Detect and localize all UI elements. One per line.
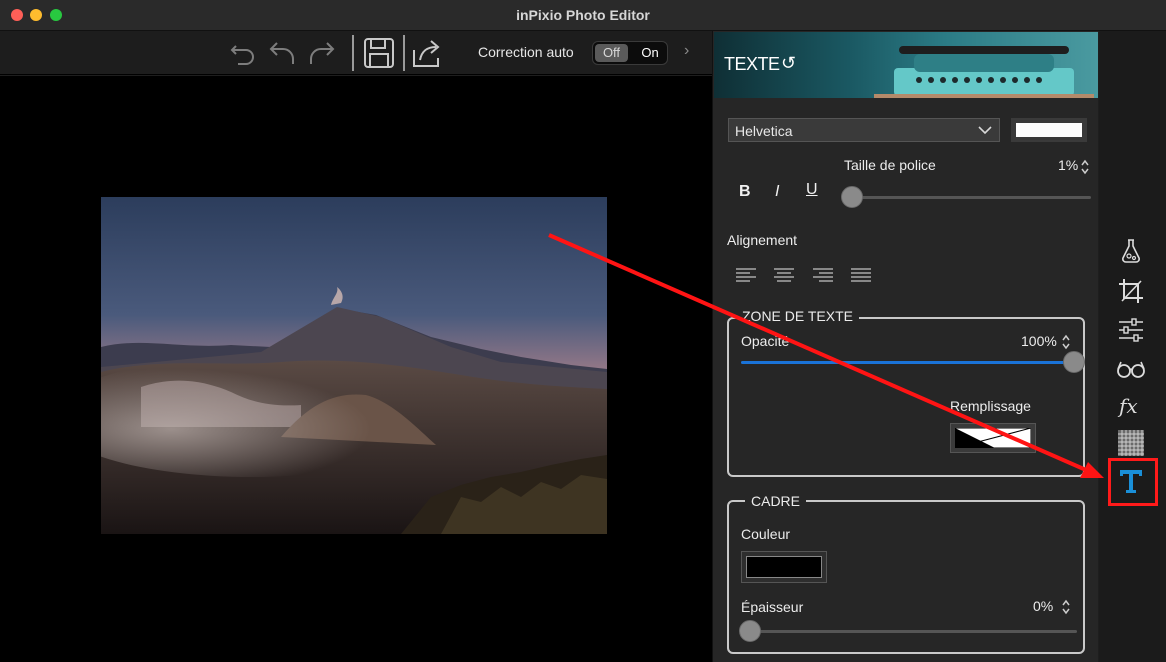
- frame-title: CADRE: [745, 493, 807, 509]
- panel-title: TEXTE: [724, 54, 780, 74]
- opacity-slider-fill: [741, 361, 1073, 364]
- font-family-select[interactable]: Helvetica: [728, 118, 1000, 142]
- font-size-slider-track[interactable]: [853, 196, 1091, 199]
- undo-icon[interactable]: [267, 37, 297, 67]
- stepper-arrows-icon: [1081, 159, 1089, 175]
- italic-button[interactable]: I: [775, 183, 779, 201]
- image-canvas[interactable]: [0, 76, 712, 662]
- underline-button[interactable]: U: [806, 181, 818, 199]
- align-left-icon[interactable]: [736, 267, 756, 283]
- save-icon[interactable]: [362, 36, 396, 70]
- fill-label: Remplissage: [950, 398, 1031, 414]
- share-icon[interactable]: [410, 36, 444, 70]
- panel-banner: TEXTE ↺: [714, 32, 1098, 98]
- toolbar-divider: [403, 35, 405, 71]
- text-color-fill: [1016, 123, 1082, 137]
- text-zone-title: ZONE DE TEXTE: [736, 308, 859, 324]
- tool-sidebar: fx: [1099, 31, 1166, 662]
- reset-icon[interactable]: ↺: [781, 53, 796, 74]
- thickness-stepper[interactable]: [1061, 597, 1071, 617]
- thickness-slider-thumb[interactable]: [739, 620, 761, 642]
- fx-icon[interactable]: fx: [1116, 391, 1146, 421]
- alignment-label: Alignement: [727, 232, 798, 248]
- chevron-down-icon: [978, 126, 992, 135]
- stepper-arrows-icon: [1062, 334, 1070, 350]
- texture-icon[interactable]: [1116, 428, 1146, 458]
- align-center-icon[interactable]: [774, 267, 794, 283]
- undo-single-icon[interactable]: [228, 37, 258, 67]
- thickness-value: 0%: [1033, 598, 1054, 614]
- fill-color-swatch[interactable]: [950, 423, 1036, 453]
- frame-color-fill: [746, 556, 822, 578]
- bold-button[interactable]: B: [739, 183, 751, 201]
- correction-auto-label: Correction auto: [478, 44, 574, 60]
- glasses-icon[interactable]: [1116, 353, 1146, 383]
- crop-icon[interactable]: [1116, 276, 1146, 306]
- thickness-label: Épaisseur: [741, 599, 804, 615]
- title-bar: inPixio Photo Editor: [0, 0, 1166, 31]
- stepper-arrows-icon: [1062, 599, 1070, 615]
- opacity-label: Opacité: [741, 333, 790, 349]
- svg-text:fx: fx: [1117, 394, 1138, 418]
- font-size-label: Taille de police: [844, 157, 936, 173]
- align-right-icon[interactable]: [813, 267, 833, 283]
- top-toolbar: Correction auto Off On ›: [0, 31, 712, 75]
- potion-icon[interactable]: [1116, 236, 1146, 266]
- adjustments-icon[interactable]: [1116, 315, 1146, 345]
- frame-color-label: Couleur: [741, 526, 791, 542]
- redo-icon[interactable]: [307, 37, 337, 67]
- thickness-slider-track[interactable]: [741, 630, 1077, 633]
- toggle-off-option[interactable]: Off: [595, 44, 628, 62]
- text-settings-panel: TEXTE ↺ Helvetica Taille de police 1% B …: [712, 31, 1098, 662]
- transparent-fill-indicator: [955, 428, 1031, 448]
- window-title: inPixio Photo Editor: [516, 7, 650, 23]
- text-tool-icon[interactable]: [1116, 466, 1146, 496]
- toolbar-divider: [352, 35, 354, 71]
- frame-color-swatch[interactable]: [741, 551, 827, 583]
- typewriter-illustration: [874, 46, 1094, 98]
- font-size-slider-thumb[interactable]: [841, 186, 863, 208]
- chevron-right-icon[interactable]: ›: [684, 42, 689, 60]
- align-justify-icon[interactable]: [851, 267, 871, 283]
- toggle-on-option[interactable]: On: [633, 44, 667, 62]
- text-color-swatch[interactable]: [1011, 118, 1087, 142]
- font-family-value: Helvetica: [735, 123, 793, 139]
- opacity-stepper[interactable]: [1061, 332, 1071, 352]
- correction-auto-toggle[interactable]: Off On: [592, 41, 668, 65]
- font-size-stepper[interactable]: [1080, 157, 1090, 177]
- opacity-value: 100%: [1021, 333, 1057, 349]
- opacity-slider-thumb[interactable]: [1063, 351, 1085, 373]
- volcano-photo: [101, 197, 607, 534]
- font-size-value: 1%: [1058, 157, 1079, 173]
